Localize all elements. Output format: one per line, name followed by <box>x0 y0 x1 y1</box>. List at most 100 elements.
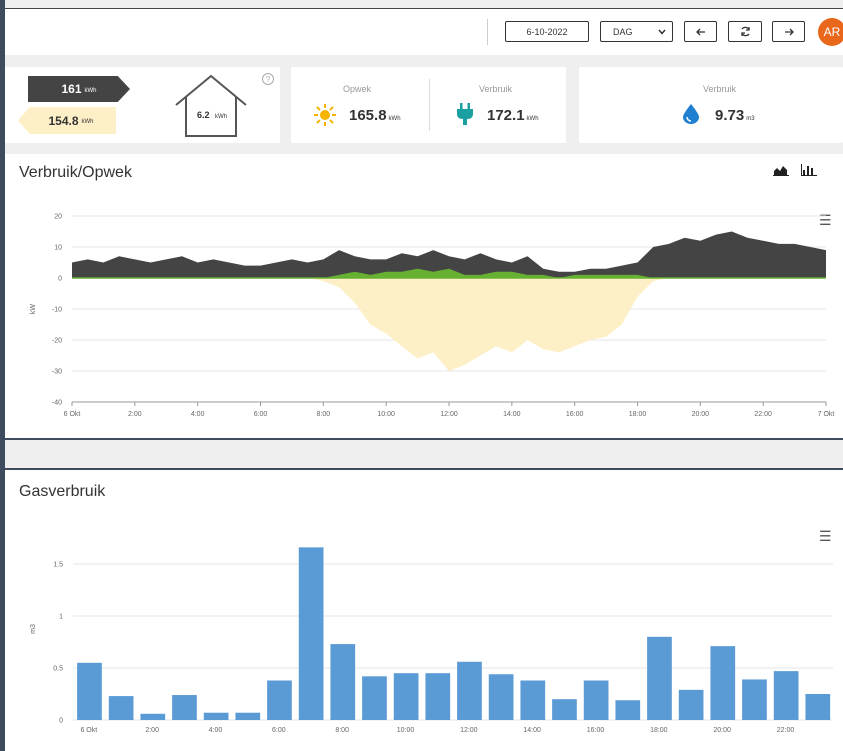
dashboard-page: 6-10-2022 DAG AR 161 kWh 154.8 kWh 6.2 k… <box>5 0 843 751</box>
opwek-number: 165.8 <box>349 107 387 124</box>
gas-bar <box>488 674 514 720</box>
previous-button[interactable] <box>684 21 717 42</box>
x-tick-label: 20:00 <box>713 727 731 734</box>
y-tick-label: 1.5 <box>53 562 63 569</box>
y-tick-label: 20 <box>54 214 62 221</box>
gas-unit: m3 <box>746 116 755 122</box>
gas-bar <box>108 696 134 720</box>
x-tick-label: 8:00 <box>317 411 331 418</box>
x-tick-label: 6 Okt <box>80 727 97 734</box>
grid-out-value: 161 kWh <box>28 76 130 102</box>
gasverbruik-chart: 0 0.5 1 1.5 m3 6 Okt 2:00 4:00 6:00 8:00 10:00 12:0… <box>30 547 833 734</box>
date-picker-button[interactable]: 6-10-2022 <box>505 21 589 42</box>
x-tick-label: 2:00 <box>145 727 159 734</box>
x-tick-label: 18:00 <box>629 411 647 418</box>
x-tick-label: 22:00 <box>777 727 795 734</box>
plug-icon <box>457 103 473 125</box>
grid-in-unit: kWh <box>81 119 94 125</box>
x-tick-label: 14:00 <box>523 727 541 734</box>
gas-label: Verbruik <box>703 84 737 94</box>
energy-balance-card: 161 kWh 154.8 kWh 6.2 kWh ? <box>5 67 280 143</box>
gas-bar <box>298 547 324 720</box>
gas-bar <box>457 661 482 720</box>
verbruik-number: 172.1 <box>487 107 525 124</box>
y-tick-label: 1 <box>59 614 63 621</box>
refresh-icon <box>740 26 750 37</box>
next-button[interactable] <box>772 21 805 42</box>
grid-out-unit: kWh <box>84 87 97 94</box>
verbruik-value: 172.1 kWh <box>487 107 539 124</box>
gas-bar <box>710 646 736 720</box>
gas-bar <box>742 679 767 720</box>
gas-bar <box>678 689 704 720</box>
gas-bar <box>425 673 451 720</box>
gasverbruik-panel: Gasverbruik ☰ 0 0.5 1 1.5 m3 6 Okt 2:00 4:00 6:0… <box>5 468 843 751</box>
x-tick-label: 16:00 <box>587 727 605 734</box>
period-select[interactable]: DAG <box>600 21 673 42</box>
gas-bar <box>615 700 641 720</box>
arrow-left-icon <box>695 28 705 35</box>
house-consumption: 6.2 kWh <box>197 110 227 120</box>
arrow-right-icon <box>784 28 794 35</box>
x-tick-label: 12:00 <box>440 411 458 418</box>
x-tick-label: 16:00 <box>566 411 584 418</box>
x-tick-label: 20:00 <box>692 411 710 418</box>
gas-bar <box>77 662 102 720</box>
y-tick-label: 0 <box>59 718 63 725</box>
gas-bar <box>172 695 197 720</box>
x-tick-label: 4:00 <box>191 411 205 418</box>
gas-bar <box>393 673 419 720</box>
x-tick-label: 10:00 <box>377 411 395 418</box>
gas-number: 9.73 <box>715 107 745 124</box>
opwek-value: 165.8 kWh <box>349 107 401 124</box>
y-tick-label: 0 <box>58 276 62 283</box>
y-axis-label: m3 <box>30 624 37 634</box>
verbruik-opwek-chart: 20 10 0 -10 -20 -30 -40 kW 6 Okt 2:00 4:00 6:00 8:00… <box>30 214 834 419</box>
verbruik-label: Verbruik <box>479 84 513 94</box>
gas-bar <box>203 712 229 720</box>
y-tick-label: 0.5 <box>53 666 63 673</box>
y-tick-label: -20 <box>52 338 62 345</box>
grid-out-number: 161 <box>61 82 82 96</box>
toolbar-divider <box>487 19 488 45</box>
production-consumption-card: Opwek 165.8 kWh Verbruik 172.1 kWh <box>291 67 566 143</box>
gas-card: Verbruik 9.73 m3 <box>579 67 843 143</box>
opwek-unit: kWh <box>388 116 401 122</box>
refresh-button[interactable] <box>728 21 762 42</box>
water-drop-icon <box>683 104 699 124</box>
house-consumption-unit: kWh <box>215 114 228 120</box>
period-select-value: DAG <box>613 26 633 37</box>
x-tick-label: 10:00 <box>397 727 415 734</box>
y-tick-label: -40 <box>52 400 62 407</box>
y-tick-label: 10 <box>54 245 62 252</box>
user-avatar[interactable]: AR <box>818 18 843 46</box>
gas-bar <box>805 694 831 720</box>
gas-bar <box>773 671 799 720</box>
solar-production-area <box>72 278 826 371</box>
opwek-label: Opwek <box>343 84 372 94</box>
verbruik-opwek-panel: Verbruik/Opwek ☰ 20 10 0 -10 -20 -30 -40 kW 6 Ok… <box>5 154 843 440</box>
x-tick-label: 8:00 <box>335 727 349 734</box>
card-divider <box>429 79 430 131</box>
gas-bar <box>583 680 609 720</box>
top-toolbar: 6-10-2022 DAG <box>5 8 843 55</box>
x-tick-label: 6:00 <box>254 411 268 418</box>
gas-bar <box>552 699 577 720</box>
x-tick-label: 18:00 <box>650 727 668 734</box>
gas-bar <box>520 680 546 720</box>
x-tick-label: 6 Okt <box>64 411 81 418</box>
verbruik-unit: kWh <box>526 116 539 122</box>
x-tick-label: 12:00 <box>460 727 478 734</box>
gas-value: 9.73 m3 <box>715 107 755 124</box>
gas-bar <box>235 712 261 720</box>
help-icon[interactable]: ? <box>262 73 274 85</box>
gas-bar <box>647 636 672 720</box>
sun-icon <box>314 104 336 126</box>
gas-bar <box>330 644 356 720</box>
gas-bar <box>362 676 387 720</box>
x-tick-label: 4:00 <box>209 727 223 734</box>
y-tick-label: -10 <box>52 307 62 314</box>
gas-bar <box>140 713 166 720</box>
y-axis-label: kW <box>30 304 37 315</box>
y-tick-label: -30 <box>52 369 62 376</box>
